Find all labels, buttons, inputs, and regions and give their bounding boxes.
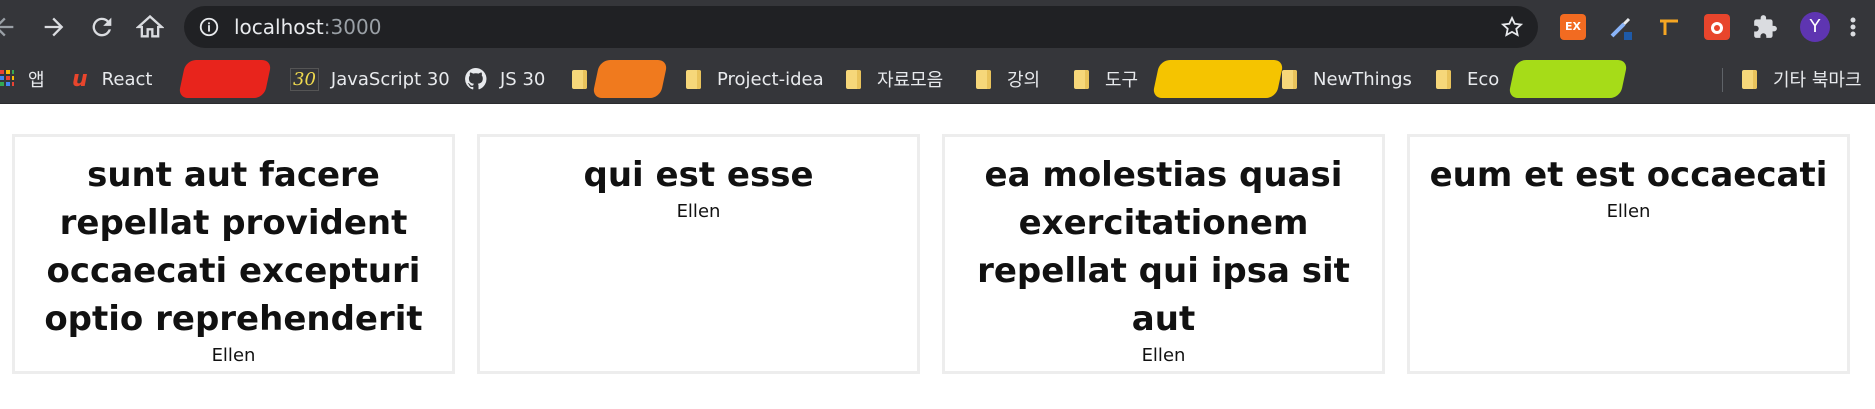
apps-grid-icon [0, 70, 14, 86]
bookmark-resources[interactable]: 자료모음 [846, 65, 943, 93]
bookmark-lectures[interactable]: 강의 [976, 65, 1040, 93]
folder-icon [976, 69, 991, 89]
post-title: eum et est occaecati [1429, 155, 1828, 195]
folder-icon [1436, 69, 1451, 89]
post-author: Ellen [1141, 345, 1186, 366]
post-author: Ellen [676, 201, 721, 222]
post-title: ea molestias quasi exercitationem repell… [977, 155, 1350, 339]
bookmark-tools[interactable]: 도구 [1074, 65, 1138, 93]
bookmark-newthings[interactable]: NewThings [1282, 65, 1412, 93]
post-card: sunt aut facere repellat provident occae… [12, 134, 455, 374]
folder-icon [1282, 69, 1297, 89]
post-card: ea molestias quasi exercitationem repell… [942, 134, 1385, 374]
folder-icon [1742, 69, 1757, 89]
bookmark-javascript30[interactable]: 30 JavaScript 30 [290, 65, 450, 93]
star-icon[interactable] [1500, 15, 1524, 39]
bookmark-project-idea[interactable]: Project-idea [686, 65, 824, 93]
folder-icon [846, 69, 861, 89]
reload-icon [92, 17, 112, 37]
address-bar[interactable]: localhost:3000 [184, 6, 1538, 48]
forward-button[interactable] [40, 13, 68, 41]
post-author: Ellen [1606, 201, 1651, 222]
arrow-left-icon [0, 17, 14, 37]
redacted-bookmark [177, 60, 273, 98]
browser-toolbar: localhost:3000 EX Y [0, 0, 1875, 54]
redacted-bookmark [1151, 60, 1285, 98]
profile-avatar[interactable]: Y [1800, 12, 1830, 42]
github-icon [465, 68, 487, 90]
post-author: Ellen [211, 345, 256, 366]
reload-button[interactable] [88, 13, 116, 41]
redacted-bookmark [591, 60, 669, 98]
folder-icon [686, 69, 701, 89]
post-card: eum et est occaecati Ellen [1407, 134, 1850, 374]
bookmark-apps[interactable]: 앱 [0, 65, 45, 93]
bookmarks-bar: 앱 u React 30 JavaScript 30 JS 30 Project… [0, 54, 1875, 104]
js30-logo-icon: 30 [290, 67, 319, 91]
bookmark-eco[interactable]: Eco [1436, 65, 1499, 93]
eyedropper-extension-icon[interactable] [1608, 14, 1634, 40]
bookmark-react[interactable]: u React [72, 65, 152, 93]
arrow-right-icon [44, 17, 64, 37]
home-button[interactable] [135, 13, 165, 41]
ex-extension-icon[interactable]: EX [1560, 14, 1586, 40]
bookmark-divider [1722, 68, 1723, 92]
post-card: qui est esse Ellen [477, 134, 920, 374]
url-text[interactable]: localhost:3000 [234, 15, 381, 39]
kebab-menu-icon[interactable] [1847, 14, 1859, 40]
home-icon [135, 14, 165, 38]
react-logo-icon: u [72, 66, 88, 92]
toolbar-extension-icon[interactable] [1656, 14, 1682, 40]
puzzle-extensions-icon[interactable] [1752, 14, 1778, 40]
folder-icon [572, 69, 587, 89]
redacted-bookmark [1507, 60, 1629, 98]
bookmark-other[interactable]: 기타 북마크 [1742, 65, 1862, 93]
folder-icon [1074, 69, 1089, 89]
post-title: sunt aut facere repellat provident occae… [44, 155, 423, 339]
bug-extension-icon[interactable] [1704, 14, 1730, 40]
bookmark-js30[interactable]: JS 30 [464, 65, 545, 93]
post-title: qui est esse [583, 155, 814, 195]
info-icon[interactable] [198, 16, 220, 38]
back-button[interactable] [0, 13, 18, 41]
